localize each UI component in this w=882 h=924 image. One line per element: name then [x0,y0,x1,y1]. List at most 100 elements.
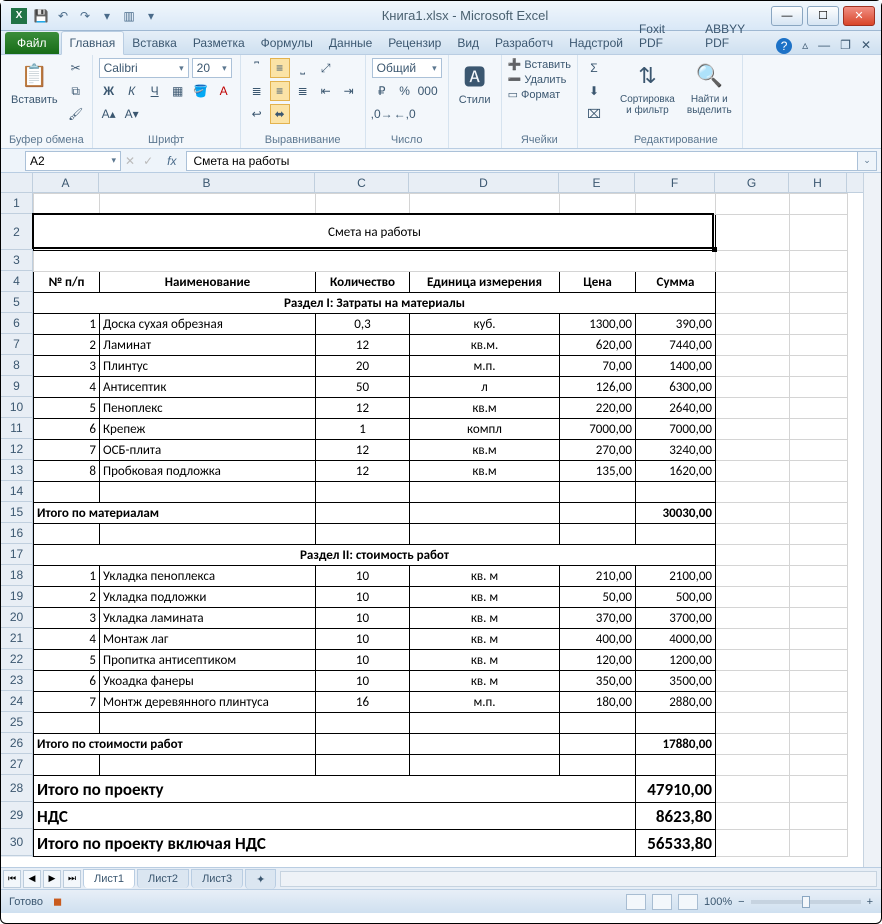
row-header[interactable]: 20 [1,607,32,628]
tab-abbyy[interactable]: ABBYY PDF [697,18,776,54]
row-header[interactable]: 29 [1,802,32,829]
cell[interactable] [790,629,848,650]
cell[interactable]: Плинтус [100,356,316,377]
cell[interactable]: 10 [316,587,410,608]
cell[interactable]: Пеноплекс [100,398,316,419]
cell[interactable] [636,755,716,776]
tab-insert[interactable]: Вставка [124,32,185,54]
cell[interactable]: 1300,00 [560,314,636,335]
cell[interactable]: 8623,80 [636,803,716,830]
cell[interactable]: Антисептик [100,377,316,398]
cell[interactable]: кв. м [410,608,560,629]
cell[interactable] [790,461,848,482]
delete-cells-button[interactable]: ➖Удалить [508,73,571,86]
decrease-decimal-icon[interactable]: ←,0 [395,104,415,124]
cell[interactable] [100,713,316,734]
cell[interactable]: 12 [316,461,410,482]
row-header[interactable]: 19 [1,586,32,607]
cell[interactable] [560,194,636,215]
help-icon[interactable]: ? [776,38,792,54]
row-header[interactable]: 30 [1,829,32,856]
workbook-minimize-icon[interactable]: — [818,38,830,54]
cell[interactable]: 3500,00 [636,671,716,692]
cell[interactable]: 4 [34,629,100,650]
cell[interactable]: 620,00 [560,335,636,356]
row-header[interactable]: 22 [1,649,32,670]
cell[interactable]: 350,00 [560,671,636,692]
row-header[interactable]: 18 [1,565,32,586]
align-top-icon[interactable]: ⎴ [247,58,267,78]
cell[interactable] [790,776,848,803]
cell[interactable]: кв. м [410,629,560,650]
cell[interactable]: 5 [34,398,100,419]
column-header[interactable]: G [715,173,789,192]
cell[interactable]: 10 [316,566,410,587]
zoom-in-icon[interactable]: + [867,896,873,908]
cell[interactable] [790,755,848,776]
page-break-view-icon[interactable] [678,894,698,910]
zoom-level[interactable]: 100% [704,896,732,908]
close-button[interactable]: ✕ [843,6,875,26]
row-header[interactable]: 23 [1,670,32,691]
cell[interactable] [790,194,848,215]
cell[interactable]: 3 [34,608,100,629]
cell[interactable] [790,545,848,566]
cell[interactable]: 2 [34,335,100,356]
increase-indent-icon[interactable]: ⇥ [339,81,359,101]
cell[interactable]: кв.м [410,461,560,482]
cell[interactable] [716,803,790,830]
cell[interactable] [716,461,790,482]
cell[interactable] [316,755,410,776]
cell[interactable]: 0,3 [316,314,410,335]
align-left-icon[interactable]: ≣ [247,81,267,101]
cell[interactable] [790,440,848,461]
cell[interactable]: Пропитка антисептиком [100,650,316,671]
cells-area[interactable]: Смета на работы№ п/пНаименованиеКоличест… [33,193,848,857]
cell[interactable]: № п/п [34,272,100,293]
row-header[interactable]: 6 [1,313,32,334]
row-header[interactable]: 10 [1,397,32,418]
cell[interactable] [316,482,410,503]
row-header[interactable]: 7 [1,334,32,355]
cell[interactable] [100,194,316,215]
number-format-select[interactable]: Общий [372,58,442,78]
cell[interactable] [560,734,636,755]
cell[interactable]: л [410,377,560,398]
tab-foxit[interactable]: Foxit PDF [631,18,697,54]
format-painter-icon[interactable]: 🖌 [66,104,86,124]
cell[interactable] [790,272,848,293]
cell[interactable] [636,713,716,734]
cell[interactable]: 500,00 [636,587,716,608]
cell[interactable] [100,755,316,776]
cell[interactable]: 3 [34,356,100,377]
horizontal-scrollbar[interactable] [280,871,877,887]
cell[interactable]: 1 [34,566,100,587]
cell[interactable] [410,524,560,545]
cell[interactable]: 7 [34,692,100,713]
cell[interactable]: 30030,00 [636,503,716,524]
column-header[interactable]: F [635,173,715,192]
cell[interactable] [716,251,790,272]
find-select-button[interactable]: 🔍 Найти и выделить [683,58,736,118]
formula-input[interactable]: Смета на работы [186,151,857,171]
cell[interactable]: 47910,00 [636,776,716,803]
cell[interactable] [34,755,100,776]
sort-filter-button[interactable]: ⇅ Сортировка и фильтр [616,58,679,118]
cell[interactable] [716,713,790,734]
worksheet-grid[interactable]: ABCDEFGH 1234567891011121314151617181920… [1,173,881,867]
cell[interactable] [790,335,848,356]
expand-formula-bar-icon[interactable]: ⌄ [857,151,877,171]
row-header[interactable]: 1 [1,193,32,214]
cell[interactable] [716,629,790,650]
cell[interactable]: 5 [34,650,100,671]
column-header[interactable]: B [99,173,315,192]
row-header[interactable]: 9 [1,376,32,397]
cell[interactable] [716,734,790,755]
cancel-formula-icon[interactable]: ✕ [125,154,135,168]
cell[interactable] [790,650,848,671]
sheet-tab-3[interactable]: Лист3 [191,869,243,888]
italic-button[interactable]: К [122,81,142,101]
cell[interactable]: 126,00 [560,377,636,398]
cell[interactable] [34,482,100,503]
cell[interactable]: НДС [34,803,636,830]
